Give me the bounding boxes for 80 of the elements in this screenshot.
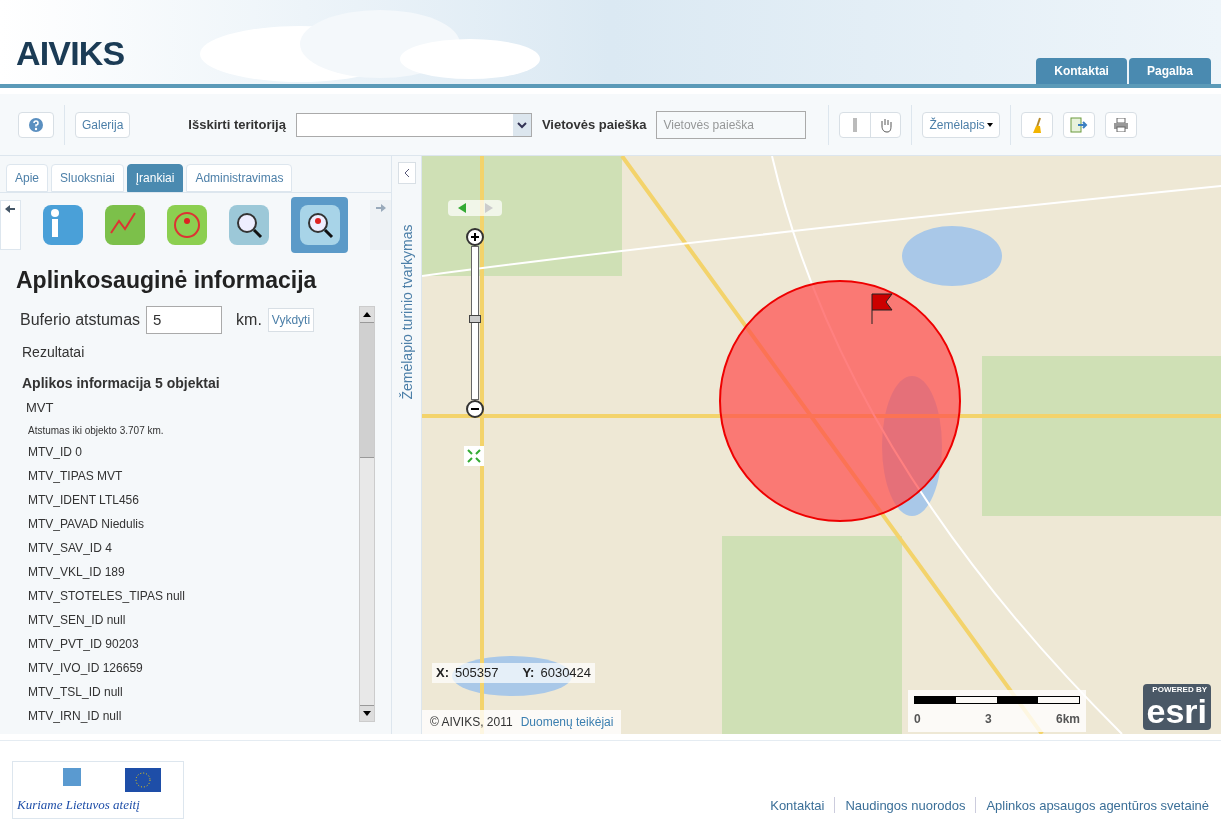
- help-icon: [29, 117, 43, 132]
- pan-control[interactable]: [448, 200, 502, 216]
- help-button[interactable]: [18, 111, 54, 138]
- printer-icon: [1112, 117, 1129, 132]
- x-label: X:: [436, 665, 449, 680]
- basemap-dropdown[interactable]: Žemėlapis: [922, 111, 1000, 138]
- eu-funds-logo: Kuriame Lietuvos ateitį: [12, 761, 184, 819]
- attribute-row-text: MTV_IRN_ID null: [28, 708, 123, 725]
- tab[interactable]: Įrankiai: [126, 164, 184, 192]
- tab[interactable]: Sluoksniai: [51, 164, 124, 192]
- caret-icon: [986, 122, 993, 127]
- territory-dropdown[interactable]: [295, 112, 532, 137]
- panel-title: Aplinkosauginė informacija: [15, 266, 318, 295]
- broom-icon: [1030, 116, 1043, 133]
- header-link[interactable]: Pagalba: [1128, 58, 1211, 84]
- header-link[interactable]: Kontaktai: [1036, 58, 1127, 84]
- unit-label: km.: [236, 309, 262, 330]
- scale-label: 0: [914, 711, 921, 728]
- footer-link[interactable]: Naudingos nuorodos: [845, 795, 966, 815]
- buffer-label: Buferio atstumas: [20, 309, 141, 330]
- results-label: Rezultatai: [21, 342, 86, 362]
- attribute-row-text: MTV_PAVAD Niedulis: [28, 516, 146, 533]
- profile-tool-icon: [104, 205, 145, 245]
- chevron-left-icon: [403, 169, 410, 177]
- print-button[interactable]: [1104, 111, 1137, 138]
- gallery-button[interactable]: Galerija: [75, 111, 131, 138]
- buffer-field[interactable]: 5: [146, 305, 223, 334]
- locate-tool-icon: [299, 205, 340, 245]
- attribute-row-text: MTV_IDENT LTL456: [28, 492, 140, 509]
- info-tool-icon: [42, 205, 83, 245]
- distance-text: Atstumas iki objekto 3.707 km.: [27, 424, 165, 438]
- arrow-right-icon: [484, 203, 493, 213]
- search-field[interactable]: Vietovės paieška: [656, 110, 807, 139]
- buffer-tool-icon: [166, 205, 207, 245]
- zoom-in-icon: [471, 233, 479, 241]
- tab[interactable]: Apie: [6, 164, 49, 192]
- scroll-up-icon: [363, 311, 371, 317]
- y-coordinate: 6030424: [540, 665, 592, 680]
- site-logo[interactable]: AIVIKS: [16, 28, 125, 79]
- run-button[interactable]: Vykdyti: [267, 307, 315, 332]
- attribute-row-text: MTV_TIPAS MVT: [28, 468, 124, 485]
- attribute-row-text: MTV_ID 0: [28, 444, 83, 461]
- search-label: Vietovės paieška: [541, 115, 647, 134]
- arrow-right-icon: [375, 204, 386, 212]
- hand-icon: [878, 116, 893, 133]
- scroll-left-button[interactable]: [0, 200, 21, 250]
- zoom-thumb[interactable]: [469, 314, 481, 323]
- territory-label: Išskirti teritoriją: [188, 115, 286, 134]
- clear-button[interactable]: [1020, 111, 1053, 138]
- copyright-text: © AIVIKS, 2011: [430, 714, 513, 731]
- scroll-right-button[interactable]: [370, 200, 391, 250]
- attribute-row-text: MTV_TSL_ID null: [28, 684, 124, 701]
- export-icon: [1069, 116, 1088, 133]
- arrow-left-icon: [5, 205, 16, 213]
- expand-icon: [467, 449, 481, 463]
- attribute-row-text: MTV_IVO_ID 126659: [28, 660, 144, 677]
- arrow-left-icon: [457, 203, 466, 213]
- export-button[interactable]: [1062, 111, 1095, 138]
- footer-link[interactable]: Aplinkos apsaugos agentūros svetainė: [986, 795, 1209, 815]
- info-icon: [853, 117, 858, 132]
- scrollbar[interactable]: [359, 305, 375, 722]
- attribute-row-text: MTV_STOTELES_TIPAS null: [28, 588, 186, 605]
- attribute-row-text: MTV_PVT_ID 90203: [28, 636, 140, 653]
- x-coordinate: 505357: [455, 665, 499, 680]
- footer-link[interactable]: Kontaktai: [770, 795, 825, 815]
- attribute-row-text: MTV_SAV_ID 4: [28, 540, 113, 557]
- fullscreen-button[interactable]: [464, 446, 484, 466]
- attribute-row-text: MTV_SEN_ID null: [28, 612, 127, 629]
- tab[interactable]: Administravimas: [186, 164, 293, 192]
- scale-label: 6km: [1055, 711, 1080, 728]
- object-type: MVT: [25, 398, 55, 417]
- results-summary: Aplikos informacija 5 objektai: [21, 373, 221, 393]
- data-providers-link[interactable]: Duomenų teikėjai: [520, 713, 614, 731]
- esri-logo: POWERED BY esri: [1142, 684, 1211, 730]
- search-tool-icon: [228, 205, 269, 245]
- y-label: Y:: [522, 665, 535, 680]
- tool-button[interactable]: [290, 197, 349, 253]
- attribute-row-text: MTV_VKL_ID 189: [28, 564, 126, 581]
- scale-label: 3: [985, 711, 992, 728]
- scroll-down-icon: [363, 711, 371, 716]
